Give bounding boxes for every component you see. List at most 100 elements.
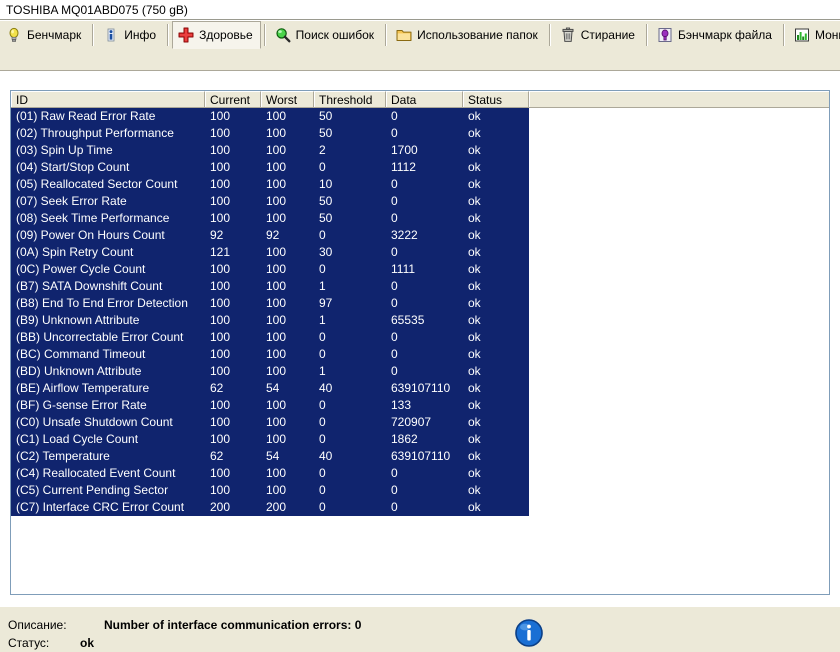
cell-current: 100 <box>205 346 261 363</box>
cell-data: 0 <box>386 108 463 125</box>
row-filler <box>529 125 829 142</box>
trash-icon <box>560 27 576 43</box>
toolbar-tab-5[interactable]: Использование папок <box>390 21 546 49</box>
table-row[interactable]: (03) Spin Up Time10010021700ok <box>11 142 829 159</box>
cell-current: 100 <box>205 193 261 210</box>
table-row[interactable]: (C4) Reallocated Event Count10010000ok <box>11 465 829 482</box>
cell-status: ok <box>463 397 529 414</box>
cell-id: (BD) Unknown Attribute <box>11 363 205 380</box>
cell-status: ok <box>463 142 529 159</box>
table-header-row: IDCurrentWorstThresholdDataStatus <box>11 91 829 108</box>
description-panel: Описание: Number of interface communicat… <box>0 606 840 652</box>
table-row[interactable]: (C1) Load Cycle Count10010001862ok <box>11 431 829 448</box>
cell-current: 100 <box>205 431 261 448</box>
red-cross-icon <box>178 27 194 43</box>
cell-current: 100 <box>205 108 261 125</box>
table-row[interactable]: (BE) Airflow Temperature625440639107110o… <box>11 380 829 397</box>
cell-id: (BC) Command Timeout <box>11 346 205 363</box>
toolbar-tab-4[interactable]: Поиск ошибок <box>269 21 382 49</box>
row-filler <box>529 414 829 431</box>
cell-current: 121 <box>205 244 261 261</box>
description-label: Описание: <box>8 618 67 632</box>
cell-threshold: 0 <box>314 431 386 448</box>
cell-id: (C2) Temperature <box>11 448 205 465</box>
cell-threshold: 0 <box>314 227 386 244</box>
cell-threshold: 0 <box>314 159 386 176</box>
cell-id: (02) Throughput Performance <box>11 125 205 142</box>
cell-id: (BE) Airflow Temperature <box>11 380 205 397</box>
cell-threshold: 30 <box>314 244 386 261</box>
toolbar-separator <box>646 24 648 46</box>
toolbar-tab-8[interactable]: Монитор Диска <box>788 21 840 49</box>
table-row[interactable]: (B7) SATA Downshift Count10010010ok <box>11 278 829 295</box>
column-header-worst[interactable]: Worst <box>261 91 314 107</box>
table-row[interactable]: (08) Seek Time Performance100100500ok <box>11 210 829 227</box>
toolbar-separator <box>264 24 266 46</box>
table-row[interactable]: (BD) Unknown Attribute10010010ok <box>11 363 829 380</box>
info-icon <box>103 27 119 43</box>
column-header-id[interactable]: ID <box>11 91 205 107</box>
cell-status: ok <box>463 363 529 380</box>
column-header-filler <box>529 91 829 107</box>
toolbar-tab-2[interactable]: Инфо <box>97 21 164 49</box>
cell-status: ok <box>463 244 529 261</box>
column-header-status[interactable]: Status <box>463 91 529 107</box>
cell-worst: 54 <box>261 380 314 397</box>
toolbar-separator <box>549 24 551 46</box>
table-row[interactable]: (07) Seek Error Rate100100500ok <box>11 193 829 210</box>
table-row[interactable]: (BF) G-sense Error Rate1001000133ok <box>11 397 829 414</box>
table-row[interactable]: (0A) Spin Retry Count121100300ok <box>11 244 829 261</box>
cell-data: 0 <box>386 210 463 227</box>
description-value: Number of interface communication errors… <box>104 618 361 632</box>
table-row[interactable]: (02) Throughput Performance100100500ok <box>11 125 829 142</box>
table-row[interactable]: (C5) Current Pending Sector10010000ok <box>11 482 829 499</box>
cell-data: 1700 <box>386 142 463 159</box>
table-row[interactable]: (05) Reallocated Sector Count100100100ok <box>11 176 829 193</box>
table-row[interactable]: (BC) Command Timeout10010000ok <box>11 346 829 363</box>
cell-worst: 100 <box>261 142 314 159</box>
cell-current: 100 <box>205 261 261 278</box>
cell-worst: 100 <box>261 176 314 193</box>
info-circle-icon[interactable] <box>513 617 545 649</box>
folder-icon <box>396 27 412 43</box>
cell-status: ok <box>463 227 529 244</box>
cell-status: ok <box>463 346 529 363</box>
cell-status: ok <box>463 193 529 210</box>
table-row[interactable]: (C0) Unsafe Shutdown Count1001000720907o… <box>11 414 829 431</box>
toolbar-tab-label: Поиск ошибок <box>296 28 374 42</box>
column-header-current[interactable]: Current <box>205 91 261 107</box>
toolbar-tab-7[interactable]: Бэнчмарк файла <box>651 21 780 49</box>
cell-id: (0C) Power Cycle Count <box>11 261 205 278</box>
cell-id: (C4) Reallocated Event Count <box>11 465 205 482</box>
table-row[interactable]: (B8) End To End Error Detection100100970… <box>11 295 829 312</box>
column-header-threshold[interactable]: Threshold <box>314 91 386 107</box>
cell-worst: 100 <box>261 397 314 414</box>
table-row[interactable]: (B9) Unknown Attribute100100165535ok <box>11 312 829 329</box>
table-row[interactable]: (C7) Interface CRC Error Count20020000ok <box>11 499 829 516</box>
toolbar-tab-3[interactable]: Здоровье <box>172 21 261 49</box>
table-row[interactable]: (09) Power On Hours Count929203222ok <box>11 227 829 244</box>
table-row[interactable]: (04) Start/Stop Count10010001112ok <box>11 159 829 176</box>
cell-worst: 100 <box>261 431 314 448</box>
cell-threshold: 2 <box>314 142 386 159</box>
row-filler <box>529 312 829 329</box>
table-row[interactable]: (C2) Temperature625440639107110ok <box>11 448 829 465</box>
cell-data: 1862 <box>386 431 463 448</box>
cell-status: ok <box>463 329 529 346</box>
cell-status: ok <box>463 448 529 465</box>
cell-worst: 100 <box>261 125 314 142</box>
toolbar-separator <box>167 24 169 46</box>
column-header-data[interactable]: Data <box>386 91 463 107</box>
toolbar-tab-6[interactable]: Стирание <box>554 21 643 49</box>
cell-current: 100 <box>205 414 261 431</box>
cell-status: ok <box>463 465 529 482</box>
table-row[interactable]: (01) Raw Read Error Rate100100500ok <box>11 108 829 125</box>
row-filler <box>529 397 829 414</box>
cell-data: 0 <box>386 499 463 516</box>
row-filler <box>529 380 829 397</box>
table-row[interactable]: (0C) Power Cycle Count10010001111ok <box>11 261 829 278</box>
cell-current: 100 <box>205 363 261 380</box>
cell-status: ok <box>463 176 529 193</box>
toolbar-tab-1[interactable]: Бенчмарк <box>0 21 89 49</box>
table-row[interactable]: (BB) Uncorrectable Error Count10010000ok <box>11 329 829 346</box>
